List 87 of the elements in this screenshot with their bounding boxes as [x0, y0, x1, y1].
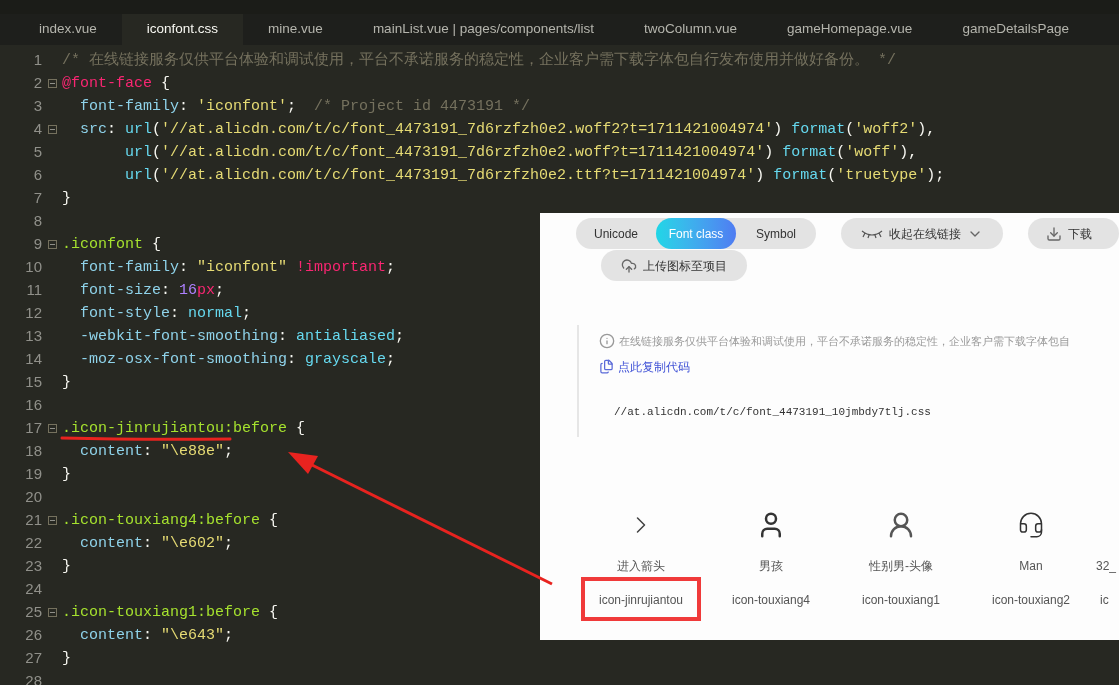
- collapse-dropdown[interactable]: 收起在线链接: [841, 218, 1003, 249]
- file-tab[interactable]: gameDetailsPage: [937, 14, 1094, 45]
- line-number: 11: [25, 280, 42, 301]
- upload-button[interactable]: 上传图标至项目: [601, 250, 747, 281]
- code-line: }: [62, 466, 71, 483]
- line-number: 20: [24, 487, 42, 508]
- mode-tab[interactable]: Unicode: [576, 218, 656, 249]
- line-number: 27: [24, 648, 42, 669]
- code-line: font-style: normal;: [79, 305, 252, 322]
- line-number: 2: [32, 73, 42, 94]
- code-line: font-family: "iconfont" !important;: [79, 259, 396, 276]
- file-tab[interactable]: gameHomepage.vue: [762, 14, 938, 45]
- line-number: 19: [24, 464, 42, 485]
- line-number: 22: [24, 533, 42, 554]
- icon-name: 32_: [1096, 558, 1117, 575]
- line-number: 6: [32, 165, 42, 186]
- copy-icon: [599, 359, 614, 374]
- icon-class-name: icon-jinrujiantou: [598, 593, 683, 607]
- icon-class-name: icon-touxiang4: [731, 593, 811, 607]
- code-line: -moz-osx-font-smoothing: grayscale;: [79, 351, 396, 368]
- code-line: src: url('//at.alicdn.com/t/c/font_4473191_7d6rzfzh0e2.woff2?t=1711421004974') format('woff2'),: [79, 121, 936, 138]
- code-line: content: "\e643";: [79, 627, 234, 644]
- code-line: }: [62, 558, 71, 575]
- line-number: 25: [24, 602, 42, 623]
- line-number: 3: [32, 96, 42, 117]
- line-number: 8: [32, 211, 42, 232]
- icon-name: 男孩: [759, 558, 783, 575]
- file-tab[interactable]: twoColumn.vue: [619, 14, 763, 45]
- code-line: font-size: 16px;: [79, 282, 225, 299]
- line-number: 10: [24, 257, 42, 278]
- download-button[interactable]: 下载: [1028, 218, 1119, 249]
- line-number: 21: [24, 510, 42, 531]
- copy-code-link[interactable]: 点此复制代码: [618, 357, 690, 376]
- fold-toggle[interactable]: [47, 424, 57, 433]
- code-line: /* 在线链接服务仅供平台体验和调试使用，平台不承诺服务的稳定性，企业客户需下载字体包自行发布使用并做好备份。 */: [62, 52, 896, 69]
- file-tab[interactable]: mine.vue: [243, 14, 348, 45]
- line-number: 9: [32, 234, 42, 255]
- code-line: content: "\e602";: [79, 535, 234, 552]
- mode-tab[interactable]: Symbol: [736, 218, 816, 249]
- line-number: 4: [32, 119, 42, 140]
- code-line: @font-face {: [62, 75, 171, 92]
- code-line: url('//at.alicdn.com/t/c/font_4473191_7d6rzfzh0e2.ttf?t=1711421004974') format('truetype');: [124, 167, 945, 184]
- file-tab[interactable]: iconfont.css: [121, 14, 244, 45]
- line-number: 14: [24, 349, 42, 370]
- line-number: 17: [24, 418, 42, 439]
- line-number: 5: [32, 142, 42, 163]
- line-number: 26: [24, 625, 42, 646]
- download-icon: [1046, 225, 1062, 242]
- fold-toggle[interactable]: [47, 79, 57, 88]
- cloud-upload-icon: [621, 257, 637, 274]
- code-line: .icon-jinrujiantou:before {: [62, 420, 306, 437]
- code-line: .icon-touxiang4:before {: [62, 512, 279, 529]
- code-line: }: [62, 650, 71, 667]
- icon-name: 性别男-头像: [869, 558, 933, 575]
- fold-toggle[interactable]: [47, 240, 57, 249]
- file-tab[interactable]: mainList.vue | pages/components/list: [347, 14, 619, 45]
- line-number: 16: [24, 395, 42, 416]
- line-number: 23: [24, 556, 42, 577]
- code-line: -webkit-font-smoothing: antialiased;: [79, 328, 405, 345]
- icon-class-name: icon-touxiang2: [991, 593, 1071, 607]
- fold-toggle[interactable]: [47, 608, 57, 617]
- closed-eye-icon: [861, 228, 883, 239]
- fold-toggle[interactable]: [47, 125, 57, 134]
- code-line: .iconfont {: [62, 236, 162, 253]
- line-number: 24: [24, 579, 42, 600]
- icon-class-name: icon-touxiang1: [861, 593, 941, 607]
- file-tab[interactable]: index.vue: [14, 14, 122, 45]
- code-line: url('//at.alicdn.com/t/c/font_4473191_7d6rzfzh0e2.woff?t=1711421004974') format('woff'),: [124, 144, 918, 161]
- line-number: 13: [24, 326, 42, 347]
- notice-text: 在线链接服务仅供平台体验和调试使用，平台不承诺服务的稳定性，企业客户需下载字体包自: [619, 334, 1070, 349]
- code-line: content: "\e88e";: [79, 443, 234, 460]
- code-line: }: [62, 374, 71, 391]
- code-line: font-family: 'iconfont'; /* Project id 4473191 */: [79, 98, 531, 115]
- css-url: //at.alicdn.com/t/c/font_4473191_10jmbdy7tlj.css: [614, 404, 932, 420]
- icon-class-name: ic: [1100, 593, 1109, 607]
- line-number: 12: [24, 303, 42, 324]
- line-number: 18: [24, 441, 42, 462]
- code-line: .icon-touxiang1:before {: [62, 604, 279, 621]
- code-line: }: [62, 190, 71, 207]
- line-number: 15: [24, 372, 42, 393]
- info-icon: [599, 333, 615, 350]
- line-number: 1: [32, 50, 42, 71]
- icon-name: Man: [1019, 558, 1043, 575]
- headset-icon: [1017, 511, 1045, 539]
- icon-name: 进入箭头: [617, 558, 665, 575]
- line-number: 7: [32, 188, 42, 209]
- fold-toggle[interactable]: [47, 516, 57, 525]
